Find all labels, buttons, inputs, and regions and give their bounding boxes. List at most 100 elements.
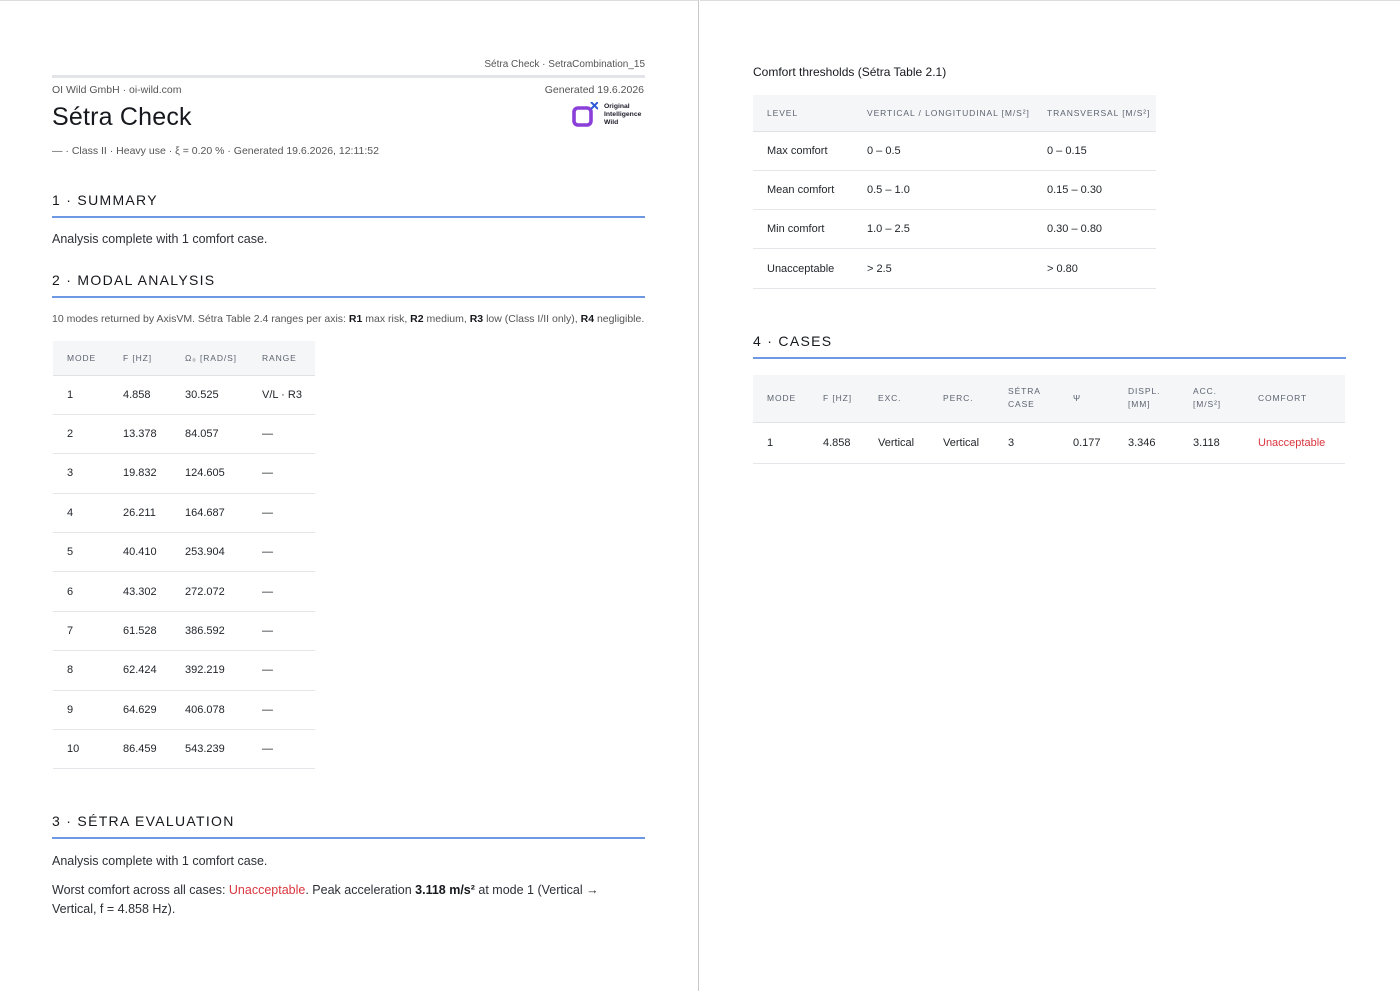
omega-cell: 392.219	[171, 650, 248, 691]
omega-cell: 30.525	[171, 375, 248, 415]
frequency-cell: 4.858	[109, 375, 171, 415]
table-row: 4 26.211 164.687—	[53, 493, 315, 534]
column-header-vertical: VERTICAL / LONGITUDINAL [M/S²]	[853, 95, 1033, 132]
worst-comfort-line: Worst comfort across all cases: Unaccept…	[52, 883, 599, 916]
cases-heading: 4 · CASES	[753, 333, 1346, 359]
mode-cell: 5	[53, 532, 109, 573]
table-row: 5 40.410 253.904—	[53, 532, 315, 573]
psi-cell: 0.177	[1059, 422, 1114, 464]
mode-cell: 7	[53, 611, 109, 652]
modal-modes-table: MODE F [HZ] Ω₀ [RAD/S] RANGE 1 4.858 30.52…	[53, 341, 315, 770]
vertical-range-cell: 0.5 – 1.0	[853, 170, 1033, 211]
column-header: EXC.	[864, 375, 929, 423]
table-row: 1 4.858 Vertical Vertical 3 0.177 3.346 3.118 Un…	[753, 422, 1345, 464]
level-cell: Unacceptable	[753, 248, 853, 289]
perception-cell: Vertical	[929, 422, 994, 464]
omega-cell: 386.592	[171, 611, 248, 652]
table-header-row: LEVEL VERTICAL / LONGITUDINAL [M/S²] TRA…	[753, 95, 1156, 132]
displacement-cell: 3.346	[1114, 422, 1179, 464]
modal-analysis-heading: 2 · MODAL ANALYSIS	[52, 272, 645, 298]
comfort-status-cell: Unacceptable	[1244, 422, 1345, 464]
comfort-thresholds-table: LEVEL VERTICAL / LONGITUDINAL [M/S²] TRA…	[753, 95, 1156, 289]
table-header-row: MODE F [HZ] EXC. PERC. SÉTRA CASE Ψ DISPL. [MM] A…	[753, 375, 1345, 423]
range-cell: —	[248, 650, 315, 691]
range-cell: —	[248, 532, 315, 573]
range-cell: —	[248, 571, 315, 612]
frequency-cell: 43.302	[109, 571, 171, 612]
page-title: Sétra Check	[52, 103, 192, 131]
summary-heading: 1 · SUMMARY	[52, 192, 645, 218]
column-header-transversal: TRANSVERSAL [M/S²]	[1033, 95, 1156, 132]
column-header-level: LEVEL	[753, 95, 853, 132]
frequency-cell: 19.832	[109, 453, 171, 494]
table-row: 7 61.528 386.592—	[53, 611, 315, 652]
level-cell: Mean comfort	[753, 170, 853, 211]
column-header: F [HZ]	[809, 375, 864, 423]
mode-cell: 3	[53, 453, 109, 494]
logo-line: Wild	[604, 119, 619, 126]
range-cell: —	[248, 690, 315, 731]
frequency-cell: 4.858	[809, 422, 864, 464]
frequency-cell: 64.629	[109, 690, 171, 731]
column-header-mode: MODE	[53, 341, 109, 376]
range-cell: —	[248, 729, 315, 770]
table-row: 9 64.629 406.078—	[53, 690, 315, 731]
cases-table: MODE F [HZ] EXC. PERC. SÉTRA CASE Ψ DISPL. [MM] A…	[753, 375, 1345, 464]
evaluation-text: Analysis complete with 1 comfort case.	[52, 854, 268, 868]
mode-cell: 4	[53, 493, 109, 534]
generated-date: Generated 19.6.2026	[544, 84, 644, 96]
range-cell: —	[248, 493, 315, 534]
logo-line: Intelligence	[604, 111, 642, 118]
range-cell: —	[248, 611, 315, 652]
mode-cell: 9	[53, 690, 109, 731]
company-logo: Original Intelligence Wild	[572, 97, 648, 131]
table-header-row: MODE F [HZ] Ω₀ [RAD/S] RANGE	[53, 341, 315, 376]
peak-acceleration: 3.118 m/s²	[415, 883, 475, 897]
column-header-range: RANGE	[248, 341, 315, 376]
transversal-range-cell: 0 – 0.15	[1033, 131, 1156, 171]
table-row: 1 4.858 30.525 V/L · R3	[53, 375, 315, 415]
level-cell: Max comfort	[753, 131, 853, 171]
acceleration-cell: 3.118	[1179, 422, 1244, 464]
transversal-range-cell: 0.15 – 0.30	[1033, 170, 1156, 211]
modal-analysis-caption: 10 modes returned by AxisVM. Sétra Table…	[52, 313, 645, 325]
worst-status: Unacceptable	[228, 883, 306, 897]
omega-cell: 124.605	[171, 453, 248, 494]
table-row: Min comfort 1.0 – 2.5 0.30 – 0.80	[753, 209, 1156, 250]
logo-line: Original	[604, 103, 630, 110]
column-header: MODE	[753, 375, 809, 423]
omega-cell: 406.078	[171, 690, 248, 731]
organization-line: OI Wild GmbH · oi-wild.com	[52, 84, 182, 96]
vertical-range-cell: 1.0 – 2.5	[853, 209, 1033, 250]
comfort-thresholds-heading: Comfort thresholds (Sétra Table 2.1)	[753, 65, 947, 79]
mode-cell: 2	[53, 414, 109, 455]
report-page-left: Sétra Check · SetraCombination_15 OI Wil…	[0, 0, 699, 991]
omega-cell: 543.239	[171, 729, 248, 770]
range-cell: V/L · R3	[248, 375, 315, 415]
transversal-range-cell: 0.30 – 0.80	[1033, 209, 1156, 250]
frequency-cell: 26.211	[109, 493, 171, 534]
omega-cell: 164.687	[171, 493, 248, 534]
omega-cell: 84.057	[171, 414, 248, 455]
column-header-frequency: F [HZ]	[109, 341, 171, 376]
frequency-cell: 61.528	[109, 611, 171, 652]
frequency-cell: 62.424	[109, 650, 171, 691]
table-row: Mean comfort 0.5 – 1.0 0.15 – 0.30	[753, 170, 1156, 211]
table-row: 8 62.424 392.219—	[53, 650, 315, 691]
vertical-range-cell: 0 – 0.5	[853, 131, 1033, 171]
setra-evaluation-heading: 3 · SÉTRA EVALUATION	[52, 813, 645, 839]
mode-cell: 10	[53, 729, 109, 770]
table-row: Max comfort 0 – 0.5 0 – 0.15	[753, 131, 1156, 171]
column-header: SÉTRA CASE	[994, 375, 1059, 423]
frequency-cell: 13.378	[109, 414, 171, 455]
frequency-cell: 86.459	[109, 729, 171, 770]
column-header: ACC. [M/S²]	[1179, 375, 1244, 423]
omega-cell: 253.904	[171, 532, 248, 573]
mode-cell: 6	[53, 571, 109, 612]
logo-wordmark: Original Intelligence Wild	[604, 103, 641, 127]
omega-cell: 272.072	[171, 571, 248, 612]
column-header: COMFORT	[1244, 375, 1345, 423]
table-row: 10 86.459 543.239—	[53, 729, 315, 770]
vertical-range-cell: > 2.5	[853, 248, 1033, 289]
range-cell: —	[248, 453, 315, 494]
